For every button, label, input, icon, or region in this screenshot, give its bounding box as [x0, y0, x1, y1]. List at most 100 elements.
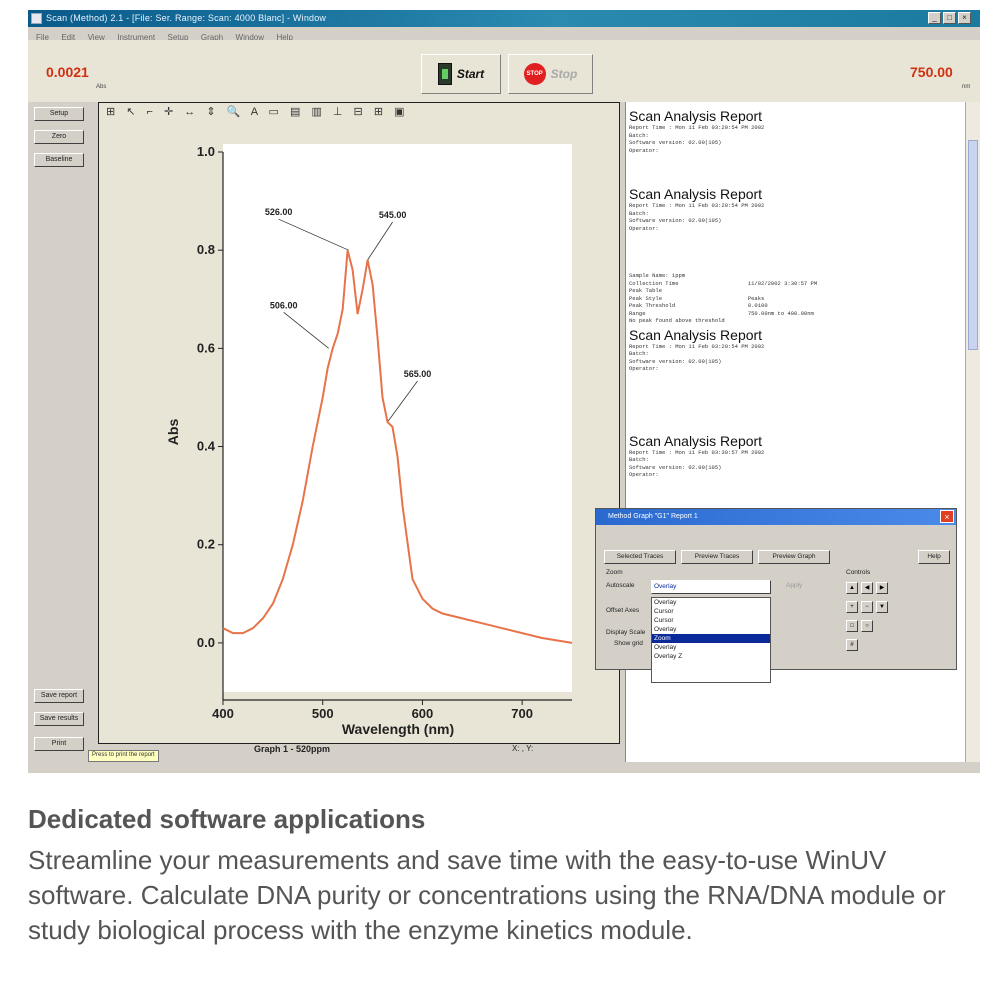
help-button[interactable]: Help [918, 550, 950, 564]
report-line: Peak Table [629, 287, 663, 294]
peak-leader-line [387, 380, 418, 423]
report-heading: Scan Analysis Report [629, 108, 763, 124]
report-line: Report Time : Mon 11 Feb 03:20:54 PM 200… [629, 124, 765, 131]
y-axis: 0.0 0.2 0.4 0.6 0.8 1.0 [197, 144, 224, 700]
report-line: Batch: [629, 456, 649, 463]
report-line: Operator: [629, 471, 659, 478]
title-bar[interactable]: Scan (Method) 2.1 - [File: Ser. Range: S… [28, 10, 980, 27]
x-tick-label: 600 [412, 706, 434, 721]
y-tick-label: 0.0 [197, 635, 215, 650]
zero-button[interactable]: Zero [34, 130, 84, 144]
cursor-coords: X: , Y: [512, 744, 534, 753]
zoom-out-icon[interactable]: − [861, 601, 873, 613]
fit-icon[interactable]: □ [846, 620, 858, 632]
dropdown-option[interactable]: Overlay [652, 598, 770, 607]
peak-label: 545.00 [379, 210, 407, 220]
dialog-title-bar[interactable]: Method Graph "G1" Report 1 × [596, 509, 956, 525]
controls-label: Controls [846, 569, 871, 576]
report-block: Scan Analysis Report Report Time : Mon 11… [626, 186, 965, 232]
overlay-select[interactable]: Overlay [651, 580, 771, 594]
report-line: Batch: [629, 350, 649, 357]
show-grid-label[interactable]: Show grid [614, 640, 643, 647]
report-line: Batch: [629, 209, 649, 217]
x-axis-label: Wavelength (nm) [342, 721, 454, 737]
report-block: Scan Analysis Report Report Time : Mon 11… [626, 108, 965, 154]
dropdown-option[interactable]: Cursor [652, 607, 770, 616]
wavelength-unit: nm [962, 84, 971, 90]
report-scroll-thumb[interactable] [968, 140, 978, 350]
absorbance-chart[interactable]: 0.0 0.2 0.4 0.6 0.8 1.0 400 500 600 700 506.00 52… [98, 102, 620, 744]
arrow-right-icon[interactable]: ▶ [876, 582, 888, 594]
report-block: Scan Analysis Report Report Time : Mon 11… [626, 433, 965, 479]
reset-icon[interactable]: ○ [861, 620, 873, 632]
readout-strip [28, 40, 980, 102]
stop-label: Stop [550, 67, 578, 81]
peak-label: 526.00 [265, 207, 293, 217]
report-line: Peak Threshold 0.0100 [629, 302, 768, 309]
arrow-up-icon[interactable]: ▲ [846, 582, 858, 594]
report-line: Software version: 02.00(105) [629, 217, 722, 224]
arrow-down-icon[interactable]: ▼ [876, 601, 888, 613]
graph-dialog: Method Graph "G1" Report 1 × Selected Tr… [595, 508, 957, 683]
peak-label: 565.00 [404, 369, 432, 379]
dialog-title: Method Graph "G1" Report 1 [608, 513, 698, 520]
dropdown-option[interactable]: Overlay Z [652, 652, 770, 661]
report-line: Operator: [629, 224, 659, 232]
report-line: No peak found above threshold [629, 317, 725, 324]
dropdown-option[interactable]: Overlay [652, 625, 770, 634]
report-line: Software version: 02.00(105) [629, 139, 722, 146]
start-icon [437, 63, 452, 85]
maximize-icon[interactable]: □ [943, 12, 956, 24]
zoom-label: Zoom [606, 569, 623, 576]
report-line: Peak Style Peaks [629, 294, 765, 302]
setup-button[interactable]: Setup [34, 107, 84, 121]
close-icon[interactable]: × [958, 12, 971, 24]
selected-traces-button[interactable]: Selected Traces [604, 550, 676, 564]
offset-axes-label: Offset Axes [606, 607, 640, 614]
app-icon [31, 13, 42, 24]
baseline-button[interactable]: Baseline [34, 153, 84, 167]
dialog-close-icon[interactable]: × [940, 510, 954, 523]
display-scale-label: Display Scale [606, 629, 646, 636]
dropdown-option-selected[interactable]: Zoom [652, 634, 770, 643]
app-window: Scan (Method) 2.1 - [File: Ser. Range: S… [28, 10, 980, 773]
report-line: Report Time : Mon 11 Feb 03:20:54 PM 200… [629, 342, 765, 350]
window-title: Scan (Method) 2.1 - [File: Ser. Range: S… [46, 13, 327, 23]
x-tick-label: 500 [312, 706, 334, 721]
zoom-in-icon[interactable]: + [846, 601, 858, 613]
grid-icon[interactable]: # [846, 639, 858, 651]
y-tick-label: 0.6 [197, 340, 215, 355]
y-tick-label: 0.4 [197, 439, 216, 454]
report-heading: Scan Analysis Report [629, 432, 763, 449]
x-tick-label: 700 [511, 706, 533, 721]
report-line: Range 750.00nm to 400.00nm [629, 309, 814, 317]
absorbance-unit: Abs [96, 84, 107, 90]
report-line: Software version: 02.00(105) [629, 357, 722, 365]
peak-leader-line [367, 221, 393, 261]
print-button[interactable]: Print [34, 737, 84, 751]
peak-leader-line [283, 312, 329, 349]
preview-graph-button[interactable]: Preview Graph [758, 550, 830, 564]
article-heading: Dedicated software applications [28, 804, 426, 834]
report-line: Collection Time 11/02/2002 3:30:57 PM [629, 279, 818, 287]
minimize-icon[interactable]: _ [928, 12, 941, 24]
peak-label: 506.00 [270, 300, 298, 310]
dropdown-option[interactable]: Cursor [652, 616, 770, 625]
y-tick-label: 1.0 [197, 144, 215, 159]
wavelength-readout: 750.00 [910, 64, 953, 80]
y-axis-label: Abs [165, 419, 181, 446]
apply-label[interactable]: Apply [786, 582, 802, 589]
report-heading: Scan Analysis Report [629, 186, 763, 202]
dropdown-option[interactable]: Overlay [652, 643, 770, 652]
save-results-button[interactable]: Save results [34, 712, 84, 726]
stop-button[interactable]: STOP Stop [508, 54, 593, 94]
x-tick-label: 400 [212, 706, 234, 721]
save-report-button[interactable]: Save report [34, 689, 84, 703]
start-button[interactable]: Start [421, 54, 501, 94]
start-label: Start [456, 67, 485, 81]
peak-annotations: 506.00 526.00 545.00 565.00 [265, 207, 432, 423]
overlay-dropdown[interactable]: Overlay Cursor Cursor Overlay Zoom Overl… [651, 597, 771, 683]
report-line: Software version: 02.00(105) [629, 463, 722, 471]
preview-traces-button[interactable]: Preview Traces [681, 550, 753, 564]
arrow-left-icon[interactable]: ◀ [861, 582, 873, 594]
